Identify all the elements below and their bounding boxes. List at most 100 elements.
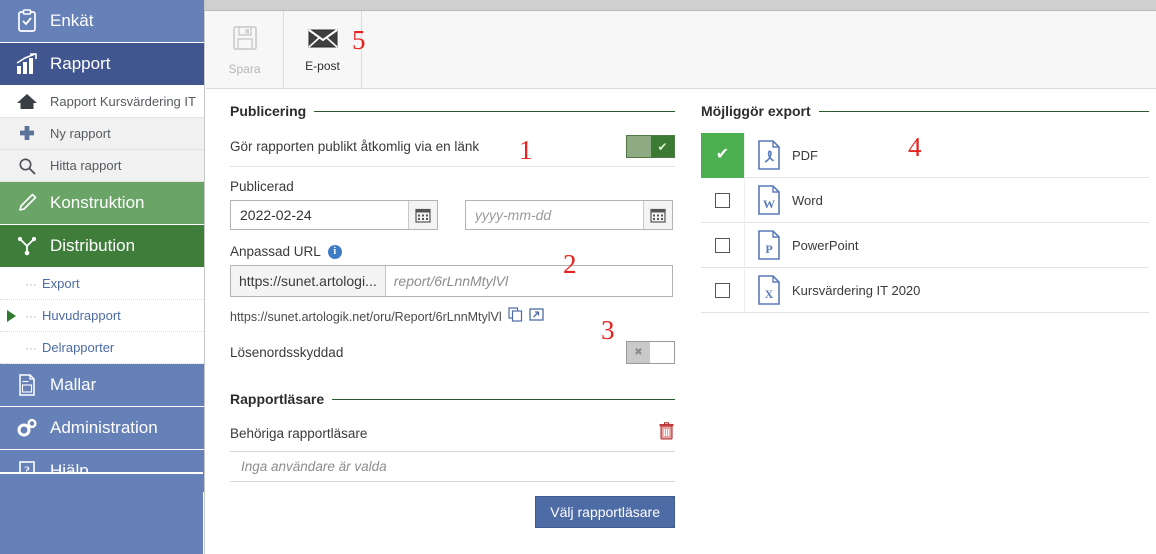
sidebar-item-hitta-rapport[interactable]: Hitta rapport [0,150,204,182]
sidebar-item-label: Delrapporter [42,340,115,355]
check-icon: ✔ [715,146,730,163]
published-from-field[interactable] [230,200,438,230]
search-icon [10,157,44,175]
sidebar-item-label: Rapport Kursvärdering IT [50,94,196,109]
section-rule [818,110,1149,112]
sidebar-item-label: Enkät [50,11,94,30]
powerpoint-file-icon: P [745,230,792,260]
floppy-disk-icon [231,24,259,57]
section-rule [332,398,675,400]
sidebar-item-ny-rapport[interactable]: Ny rapport [0,118,204,150]
email-button-label: E-post [305,59,340,73]
readers-empty-text: Inga användare är valda [230,452,675,482]
publishing-panel: Publicering Gör rapporten publikt åtkoml… [230,103,675,554]
url-prefix-label: https://sunet.artologi... [231,266,386,296]
sidebar-item-enkat[interactable]: Enkät [0,0,204,43]
sidebar-item-label: Ny rapport [50,126,111,141]
copy-icon[interactable] [508,307,523,327]
word-file-icon: W [745,185,792,215]
export-checkbox-pdf[interactable]: ✔ [701,132,745,178]
published-label: Publicerad [230,179,294,194]
export-row-kursvardering[interactable]: X Kursvärdering IT 2020 [701,267,1149,313]
export-checkbox-word[interactable] [701,177,745,223]
selected-arrow-icon [0,309,22,322]
open-external-icon[interactable] [529,307,544,327]
export-checkbox-kursvardering[interactable] [701,267,745,313]
public-link-row: Gör rapporten publikt åtkomlig via en lä… [230,135,675,167]
save-button[interactable]: Spara [206,11,284,89]
pdf-file-icon [745,140,792,170]
published-to-field[interactable] [465,200,673,230]
home-icon [10,92,44,111]
info-icon[interactable]: i [327,244,342,259]
published-link-row: https://sunet.artologik.net/oru/Report/6… [230,307,675,327]
envelope-icon [307,27,338,54]
select-readers-button[interactable]: Välj rapportläsare [535,496,675,528]
select-readers-row: Välj rapportläsare [230,496,675,528]
toolbar: Spara E-post [206,11,1156,89]
tree-dash-icon: ⋯ [25,278,37,291]
sidebar-item-label: Konstruktion [50,193,145,212]
public-link-toggle[interactable]: ✔ [626,135,675,158]
custom-url-label-row: Anpassad URL i [230,244,675,259]
export-label: PowerPoint [792,237,859,253]
export-row-word[interactable]: W Word [701,177,1149,223]
export-section-header: Möjliggör export [701,103,1149,119]
sidebar-item-rapport[interactable]: Rapport [0,43,204,86]
section-rule [314,110,675,112]
export-checkbox-powerpoint[interactable] [701,222,745,268]
sidebar-item-rapport-kursvardering[interactable]: Rapport Kursvärdering IT [0,86,204,118]
sidebar-filler [0,472,203,554]
public-link-label: Gör rapporten publikt åtkomlig via en lä… [230,139,480,154]
password-protected-label: Lösenordsskyddad [230,345,344,360]
tree-dash-icon: ⋯ [25,310,37,323]
url-suffix-input[interactable] [385,266,672,296]
export-row-pdf[interactable]: ✔ PDF [701,132,1149,178]
svg-text:W: W [763,197,775,211]
toggle-cross-icon: ✖ [627,342,650,363]
published-date-range [230,200,675,230]
sidebar-item-label: Rapport [50,54,111,73]
published-from-input[interactable] [231,201,408,229]
pencil-icon [10,193,44,213]
clipboard-check-icon [10,9,44,33]
tree-dash-icon: ⋯ [25,342,37,355]
sidebar-item-distribution[interactable]: Distribution [0,225,204,268]
sidebar-item-administration[interactable]: Administration [0,407,204,450]
sidebar-item-huvudrapport[interactable]: ⋯ Huvudrapport [0,300,204,332]
checkbox-icon [715,282,730,298]
password-protected-toggle[interactable]: ✖ [626,341,675,364]
sidebar-item-export[interactable]: ⋯ Export [0,268,204,300]
custom-url-field[interactable]: https://sunet.artologi... [230,265,673,297]
sidebar-item-mallar[interactable]: Mallar [0,364,204,407]
checkbox-icon [715,237,730,253]
svg-text:X: X [764,287,773,301]
sidebar-item-delrapporter[interactable]: ⋯ Delrapporter [0,332,204,364]
report-readers-section-header: Rapportläsare [230,391,675,407]
checkbox-icon [715,192,730,208]
export-title: Möjliggör export [701,103,811,119]
report-readers-title: Rapportläsare [230,391,325,407]
trash-icon[interactable] [658,422,675,445]
authorized-readers-label: Behöriga rapportläsare [230,426,368,441]
export-label: Word [792,192,823,208]
excel-file-icon: X [745,275,792,305]
bar-chart-icon [10,53,44,75]
email-button[interactable]: E-post [284,11,362,89]
sidebar: Enkät Rapport Rapport Kursvärdering IT N… [0,0,205,554]
calendar-icon[interactable] [408,201,437,229]
sidebar-item-konstruktion[interactable]: Konstruktion [0,182,204,225]
toggle-check-icon: ✔ [651,136,674,157]
sidebar-item-label: Distribution [50,236,136,255]
published-to-input[interactable] [466,201,643,229]
export-label: PDF [792,147,818,163]
export-list: ✔ PDF W Word P PowerPoint X Kursvärderin… [701,132,1149,313]
calendar-icon[interactable] [643,201,672,229]
publishing-section-header: Publicering [230,103,675,119]
authorized-readers-row: Behöriga rapportläsare [230,422,675,452]
sidebar-item-label: Administration [50,418,158,437]
share-node-icon [10,236,44,256]
export-row-powerpoint[interactable]: P PowerPoint [701,222,1149,268]
export-panel: Möjliggör export ✔ PDF W Word P PowerPoi… [701,103,1149,313]
template-document-icon [10,374,44,396]
